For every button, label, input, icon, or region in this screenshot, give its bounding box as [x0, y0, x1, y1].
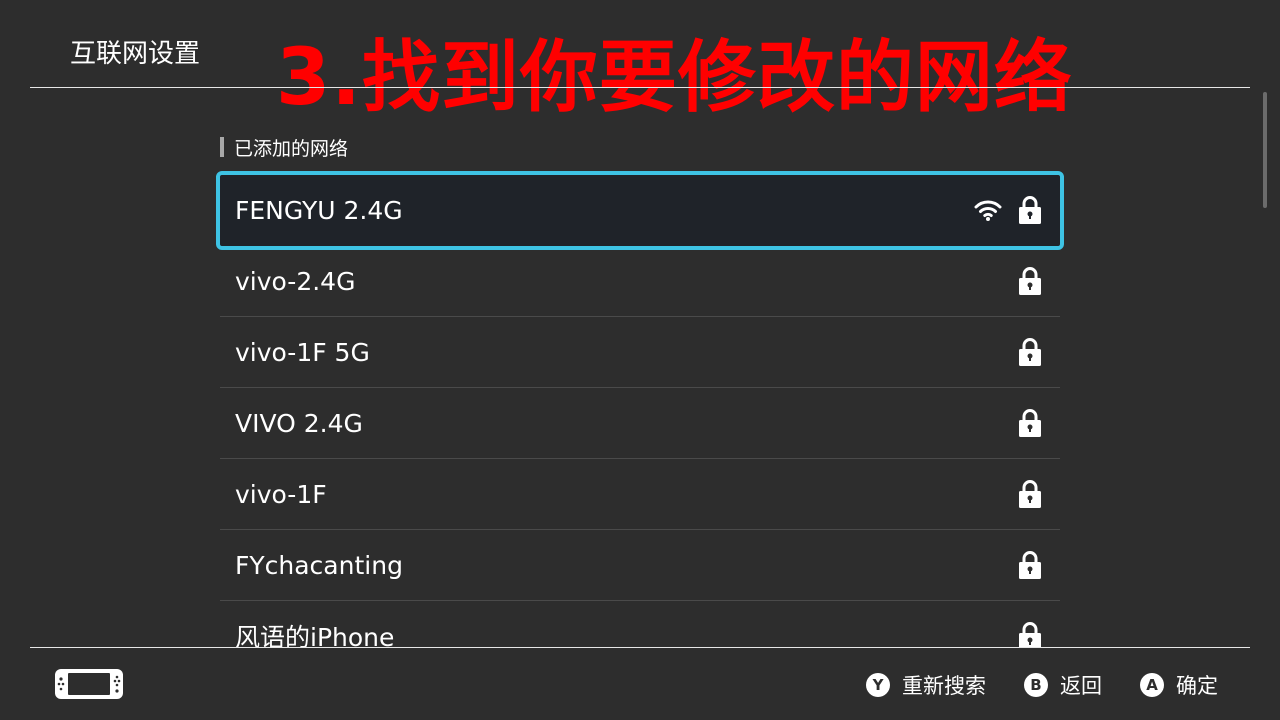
rescan-label: 重新搜索 [902, 674, 986, 698]
section-title: 已添加的网络 [234, 137, 349, 160]
network-name: vivo-1F [235, 479, 327, 509]
confirm-button[interactable]: A 确定 [1140, 670, 1218, 700]
network-name: FENGYU 2.4G [235, 195, 403, 225]
y-button-icon: Y [866, 673, 890, 697]
lock-icon [1018, 550, 1042, 580]
confirm-label: 确定 [1176, 674, 1218, 698]
lock-icon [1018, 195, 1042, 225]
rescan-button[interactable]: Y 重新搜索 [866, 670, 986, 700]
lock-icon [1018, 266, 1042, 296]
footer-actions: Y 重新搜索 B 返回 A 确定 [866, 670, 1218, 700]
network-list: FENGYU 2.4G vivo-2.4G vivo-1F 5G VIVO 2.… [216, 171, 1064, 647]
back-label: 返回 [1060, 674, 1102, 698]
network-name: vivo-2.4G [235, 266, 356, 296]
network-item[interactable]: FENGYU 2.4G [216, 171, 1064, 250]
switch-console-icon [54, 668, 124, 704]
wifi-signal-icon [974, 199, 1002, 221]
lock-icon [1018, 337, 1042, 367]
lock-icon [1018, 621, 1042, 647]
a-button-icon: A [1140, 673, 1164, 697]
network-list-area: 已添加的网络 FENGYU 2.4G vivo-2.4G vivo-1F 5G … [0, 88, 1280, 647]
scrollbar[interactable] [1263, 92, 1267, 208]
network-item[interactable]: vivo-2.4G [220, 246, 1060, 317]
network-item[interactable]: FYchacanting [220, 530, 1060, 601]
network-name: FYchacanting [235, 550, 403, 580]
network-item[interactable]: 风语的iPhone [220, 601, 1060, 647]
network-item[interactable]: vivo-1F [220, 459, 1060, 530]
network-item[interactable]: vivo-1F 5G [220, 317, 1060, 388]
back-button[interactable]: B 返回 [1024, 670, 1102, 700]
network-name: VIVO 2.4G [235, 408, 363, 438]
network-name: vivo-1F 5G [235, 337, 370, 367]
page-title: 互联网设置 [70, 39, 201, 69]
internet-settings-screen: 互联网设置 3.找到你要修改的网络 已添加的网络 FENGYU 2.4G viv… [0, 0, 1280, 720]
section-header: 已添加的网络 [220, 136, 349, 160]
b-button-icon: B [1024, 673, 1048, 697]
lock-icon [1018, 479, 1042, 509]
section-marker [220, 137, 224, 157]
lock-icon [1018, 408, 1042, 438]
network-item[interactable]: VIVO 2.4G [220, 388, 1060, 459]
network-name: 风语的iPhone [235, 623, 395, 647]
footer-divider [30, 647, 1250, 648]
